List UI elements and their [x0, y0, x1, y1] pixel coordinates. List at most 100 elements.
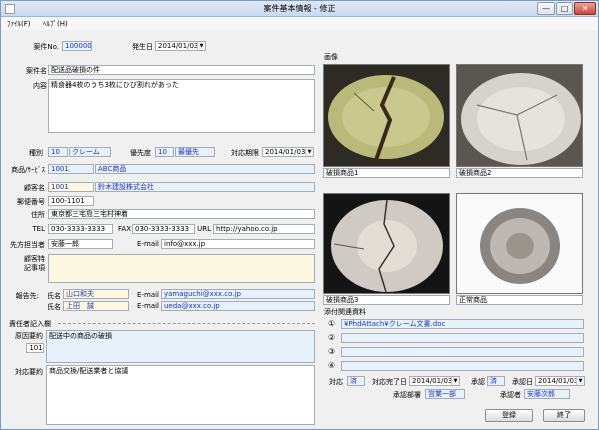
priority-name-field: 最優先: [175, 147, 215, 157]
deadline-label: 対応期限: [231, 149, 259, 157]
menu-help[interactable]: ﾍﾙﾌﾟ(H): [43, 19, 68, 29]
zip-label: 郵便番号: [17, 198, 45, 206]
image-damaged-3[interactable]: [323, 193, 450, 294]
approval-field[interactable]: 済: [487, 376, 505, 386]
email-field[interactable]: info@xxx.jp: [161, 239, 315, 249]
fax-field[interactable]: 030-3333-3333: [132, 224, 195, 234]
title-bar: 案件基本情報 - 修正 — □ ✕: [1, 1, 598, 17]
tel-label: TEL: [32, 225, 45, 233]
image-damaged-2[interactable]: [456, 64, 583, 167]
reporter-name-label-1: 氏名: [47, 292, 61, 300]
chevron-down-icon[interactable]: ▼: [576, 377, 584, 385]
notes-label-line1: 顧客特: [24, 255, 45, 263]
approval-label: 承認: [471, 378, 485, 386]
image-caption-3: 破損商品3: [323, 295, 450, 305]
menu-bar: ﾌｧｲﾙ(F) ﾍﾙﾌﾟ(H): [1, 17, 598, 30]
case-name-field[interactable]: 配送品破損の件: [48, 65, 315, 75]
date-label: 発生日: [132, 43, 153, 51]
approver-label: 承認者: [500, 391, 521, 399]
contact-label: 先方担当者: [10, 241, 45, 249]
case-no-field[interactable]: 1000002: [62, 41, 92, 51]
plate-photo-icon: [457, 65, 582, 166]
action-label: 対応要約: [15, 368, 43, 376]
dept-field[interactable]: 営業一部: [425, 389, 465, 399]
address-label: 住所: [31, 211, 45, 219]
action-textarea[interactable]: 商品交換/配送業者と協議: [46, 365, 315, 425]
reporter-name-label-2: 氏名: [47, 303, 61, 311]
chevron-down-icon[interactable]: ▼: [197, 42, 205, 50]
product-code-field[interactable]: 1001: [48, 164, 94, 174]
customer-notes-label: 顧客特 記事項: [11, 255, 45, 273]
date-picker[interactable]: 2014/01/03 ▼: [155, 41, 206, 51]
fax-label: FAX: [118, 225, 131, 233]
attachment-field-2[interactable]: [341, 333, 584, 343]
approver-field[interactable]: 安藤次郎: [524, 389, 570, 399]
priority-code-field[interactable]: 10: [155, 147, 174, 157]
product-label: 商品/ｻｰﾋﾞｽ: [11, 166, 45, 174]
image-normal[interactable]: [456, 193, 583, 294]
response-label: 対応: [329, 378, 343, 386]
type-name-field: クレーム: [69, 147, 111, 157]
menu-file[interactable]: ﾌｧｲﾙ(F): [7, 19, 31, 29]
image-damaged-1[interactable]: [323, 64, 450, 167]
attachment-num-2: ②: [328, 333, 336, 342]
type-code-field[interactable]: 10: [48, 147, 68, 157]
cause-code-field[interactable]: 101: [26, 343, 44, 353]
attachment-num-3: ③: [328, 347, 336, 356]
case-no-label: 案件No.: [33, 43, 59, 51]
approval-date-picker[interactable]: 2014/01/03 ▼: [535, 376, 585, 386]
attachment-num-1: ①: [328, 319, 336, 328]
app-window: 案件基本情報 - 修正 — □ ✕ ﾌｧｲﾙ(F) ﾍﾙﾌﾟ(H) 案件No. …: [0, 0, 599, 430]
reporter-email-label-1: E-mail: [137, 291, 159, 299]
responsible-section-label: 責任者記入欄: [9, 320, 51, 328]
url-label: URL: [197, 225, 211, 233]
image-caption-2: 破損商品2: [456, 168, 583, 178]
address-field[interactable]: 東京都三宅島三宅村神着: [48, 209, 315, 219]
attachment-field-3[interactable]: [341, 347, 584, 357]
deadline-picker[interactable]: 2014/01/03 ▼: [262, 147, 314, 157]
plate-photo-icon: [457, 194, 582, 293]
window-title: 案件基本情報 - 修正: [263, 4, 336, 13]
dept-label: 承認部署: [393, 391, 421, 399]
reporter-name-field-2[interactable]: 上田 誠: [63, 301, 129, 311]
content-textarea[interactable]: 精食器4枚のうち3枚にひび割れがあった: [48, 79, 315, 133]
minimize-button[interactable]: —: [537, 2, 555, 15]
section-divider: [58, 323, 315, 324]
url-field[interactable]: http://yahoo.co.jp: [213, 224, 315, 234]
image-caption-4: 正常商品: [456, 295, 583, 305]
cause-label: 原因要約: [15, 332, 43, 340]
type-label: 種別: [29, 149, 43, 157]
images-label: 画像: [324, 53, 338, 61]
maximize-button[interactable]: □: [556, 2, 573, 15]
reporter-name-field-1[interactable]: 山口和夫: [63, 289, 129, 299]
tel-field[interactable]: 030-3333-3333: [48, 224, 113, 234]
complete-date-picker[interactable]: 2014/01/03 ▼: [409, 376, 460, 386]
reporter-email-field-2: ueda@xxx.co.jp: [161, 301, 315, 311]
register-button[interactable]: 登録: [485, 409, 533, 422]
chevron-down-icon[interactable]: ▼: [305, 148, 313, 156]
notes-label-line2: 記事項: [24, 264, 45, 272]
reporter-email-label-2: E-mail: [137, 302, 159, 310]
contact-field[interactable]: 安藤一郎: [48, 239, 113, 249]
complete-date-value: 2014/01/03: [412, 377, 453, 385]
complete-date-label: 対応完了日: [372, 378, 407, 386]
response-field[interactable]: 済: [347, 376, 365, 386]
close-button[interactable]: 終了: [543, 409, 585, 422]
content-label: 内容: [33, 82, 47, 90]
product-name-field: ABC商品: [95, 164, 315, 174]
email-label: E-mail: [137, 240, 159, 248]
attachment-field-1[interactable]: ¥PhdAttach¥クレーム文書.doc: [341, 319, 584, 329]
zip-field[interactable]: 100-1101: [48, 196, 94, 206]
close-window-button[interactable]: ✕: [574, 2, 596, 15]
customer-notes-textarea[interactable]: [48, 254, 315, 283]
cause-textarea[interactable]: 配送中の商品の破損: [46, 330, 315, 363]
chevron-down-icon[interactable]: ▼: [451, 377, 459, 385]
approval-date-label: 承認日: [512, 378, 533, 386]
priority-label: 優先度: [130, 149, 151, 157]
attachment-field-4[interactable]: [341, 361, 584, 371]
customer-code-field[interactable]: 1001: [48, 182, 94, 192]
reporter-email-field-1: yamaguchi@xxx.co.jp: [161, 289, 315, 299]
date-value: 2014/01/03: [158, 42, 199, 50]
attachments-label: 添付関連資料: [324, 308, 366, 316]
plate-photo-icon: [324, 65, 449, 166]
